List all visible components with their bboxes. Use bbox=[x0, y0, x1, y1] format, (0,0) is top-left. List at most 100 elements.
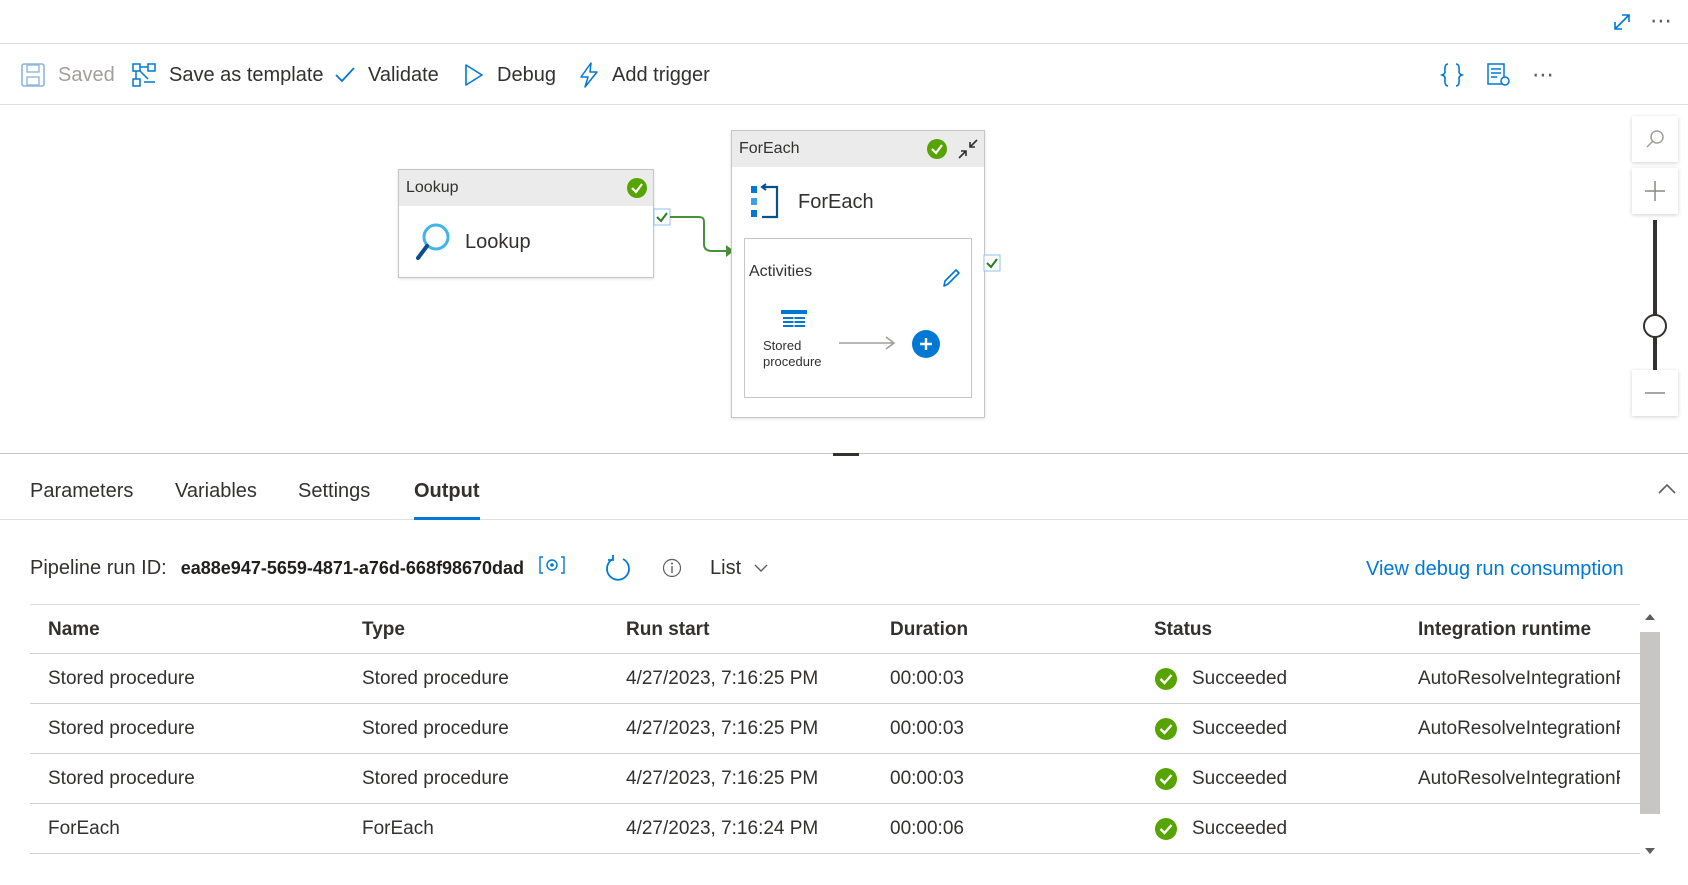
column-header-duration[interactable]: Duration bbox=[890, 605, 1140, 655]
pipeline-toolbar: Saved Save as template Validate Debug Ad… bbox=[0, 45, 1688, 105]
scrollbar-thumb[interactable] bbox=[1640, 632, 1660, 814]
save-as-template-label: Save as template bbox=[169, 63, 324, 86]
inner-activity-label-line2: procedure bbox=[763, 354, 822, 369]
tab-output[interactable]: Output bbox=[414, 480, 480, 520]
validate-label: Validate bbox=[368, 63, 439, 86]
inner-stored-procedure-activity[interactable]: Stored procedure bbox=[763, 309, 843, 370]
success-icon bbox=[1155, 768, 1177, 790]
row-duration: 00:00:03 bbox=[890, 768, 964, 789]
minus-icon bbox=[1645, 392, 1665, 394]
inner-activity-label-line1: Stored bbox=[763, 338, 802, 353]
success-icon bbox=[927, 139, 947, 159]
zoom-slider-track[interactable] bbox=[1653, 220, 1657, 370]
add-activity-icon[interactable] bbox=[911, 329, 941, 359]
more-options-icon[interactable]: ⋯ bbox=[1650, 8, 1673, 34]
debug-label: Debug bbox=[497, 63, 556, 86]
zoom-slider-thumb[interactable] bbox=[1643, 314, 1667, 338]
scroll-down-icon[interactable] bbox=[1644, 846, 1656, 856]
foreach-activity[interactable]: ForEach ForEach Activities Stored proced… bbox=[731, 130, 985, 418]
refresh-icon[interactable] bbox=[604, 554, 632, 582]
stored-procedure-icon bbox=[781, 310, 807, 329]
success-icon bbox=[627, 178, 647, 198]
properties-button[interactable] bbox=[1486, 59, 1512, 91]
properties-icon bbox=[1487, 63, 1510, 86]
foreach-icon bbox=[751, 183, 779, 219]
chevron-up-icon[interactable] bbox=[1656, 478, 1678, 500]
activity-runs-table: Name Type Run start Duration Status Inte… bbox=[30, 604, 1640, 854]
play-icon bbox=[465, 64, 483, 86]
row-run-start: 4/27/2023, 7:16:25 PM bbox=[626, 668, 819, 689]
braces-icon bbox=[1440, 63, 1464, 87]
row-duration: 00:00:03 bbox=[890, 718, 964, 739]
row-type: Stored procedure bbox=[362, 768, 509, 789]
row-status-label: Succeeded bbox=[1192, 818, 1288, 839]
edit-icon[interactable] bbox=[941, 267, 961, 289]
column-header-status[interactable]: Status bbox=[1154, 605, 1404, 655]
row-status: Succeeded bbox=[1154, 654, 1404, 704]
success-icon bbox=[1155, 818, 1177, 840]
row-status: Succeeded bbox=[1154, 804, 1404, 854]
table-row[interactable]: Stored procedure Stored procedure 4/27/2… bbox=[30, 654, 1640, 704]
lightning-icon bbox=[580, 62, 598, 88]
validate-button[interactable]: Validate bbox=[334, 59, 439, 91]
tab-parameters[interactable]: Parameters bbox=[30, 480, 133, 520]
column-header-name[interactable]: Name bbox=[48, 605, 338, 655]
lookup-header: Lookup bbox=[399, 170, 653, 206]
column-header-integration-runtime[interactable]: Integration runtime bbox=[1418, 605, 1620, 655]
scroll-up-icon[interactable] bbox=[1644, 612, 1656, 622]
toolbar-more-button[interactable]: ⋯ bbox=[1532, 59, 1554, 91]
canvas-search-button[interactable] bbox=[1632, 116, 1678, 162]
code-view-button[interactable] bbox=[1440, 59, 1464, 91]
activity-connector[interactable] bbox=[670, 210, 736, 258]
add-trigger-label: Add trigger bbox=[612, 63, 710, 86]
foreach-success-port[interactable] bbox=[983, 254, 1001, 272]
row-type: ForEach bbox=[362, 818, 434, 839]
zoom-in-button[interactable] bbox=[1632, 168, 1678, 214]
checkmark-icon bbox=[335, 67, 355, 83]
expand-icon[interactable] bbox=[1610, 10, 1634, 34]
column-header-run-start[interactable]: Run start bbox=[626, 605, 876, 655]
view-debug-run-consumption-link[interactable]: View debug run consumption bbox=[1366, 558, 1624, 581]
row-duration: 00:00:03 bbox=[890, 668, 964, 689]
lookup-success-port[interactable] bbox=[653, 208, 671, 226]
pipeline-canvas[interactable]: Lookup Lookup ForEach ForEach Activities… bbox=[0, 106, 1688, 454]
saved-button[interactable]: Saved bbox=[20, 59, 115, 91]
zoom-out-button[interactable] bbox=[1632, 370, 1678, 416]
table-scrollbar[interactable] bbox=[1638, 604, 1662, 864]
row-status-label: Succeeded bbox=[1192, 668, 1288, 689]
table-row[interactable]: ForEach ForEach 4/27/2023, 7:16:24 PM 00… bbox=[30, 804, 1640, 854]
collapse-icon[interactable] bbox=[956, 137, 980, 161]
foreach-header-label: ForEach bbox=[739, 140, 800, 157]
row-type: Stored procedure bbox=[362, 718, 509, 739]
view-mode-dropdown[interactable]: List bbox=[710, 557, 741, 580]
row-type: Stored procedure bbox=[362, 668, 509, 689]
row-runtime: AutoResolveIntegrationR bbox=[1418, 668, 1620, 689]
tab-variables[interactable]: Variables bbox=[175, 480, 257, 520]
foreach-activities-container[interactable]: Activities Stored procedure bbox=[744, 238, 972, 398]
row-name: ForEach bbox=[48, 818, 120, 839]
panel-resize-handle[interactable] bbox=[833, 453, 859, 456]
row-status-label: Succeeded bbox=[1192, 768, 1288, 789]
table-row[interactable]: Stored procedure Stored procedure 4/27/2… bbox=[30, 754, 1640, 804]
row-runtime: AutoResolveIntegrationR bbox=[1418, 718, 1620, 739]
row-name: Stored procedure bbox=[48, 668, 195, 689]
row-run-start: 4/27/2023, 7:16:24 PM bbox=[626, 818, 819, 839]
column-header-type[interactable]: Type bbox=[362, 605, 612, 655]
lookup-activity[interactable]: Lookup Lookup bbox=[398, 169, 654, 278]
row-run-start: 4/27/2023, 7:16:25 PM bbox=[626, 718, 819, 739]
properties-tabs: Parameters Variables Settings Output bbox=[0, 470, 1688, 520]
row-run-start: 4/27/2023, 7:16:25 PM bbox=[626, 768, 819, 789]
add-trigger-button[interactable]: Add trigger bbox=[578, 59, 710, 91]
save-as-template-button[interactable]: Save as template bbox=[131, 59, 324, 91]
pipeline-run-info: Pipeline run ID: ea88e947-5659-4871-a76d… bbox=[30, 552, 769, 584]
copy-icon[interactable] bbox=[538, 555, 566, 575]
tab-settings[interactable]: Settings bbox=[298, 480, 370, 520]
chevron-down-icon[interactable] bbox=[753, 560, 769, 576]
plus-icon bbox=[1645, 181, 1665, 201]
row-duration: 00:00:06 bbox=[890, 818, 964, 839]
row-status: Succeeded bbox=[1154, 754, 1404, 804]
debug-button[interactable]: Debug bbox=[463, 59, 556, 91]
info-icon[interactable] bbox=[662, 558, 682, 578]
table-row[interactable]: Stored procedure Stored procedure 4/27/2… bbox=[30, 704, 1640, 754]
save-icon bbox=[21, 63, 45, 87]
